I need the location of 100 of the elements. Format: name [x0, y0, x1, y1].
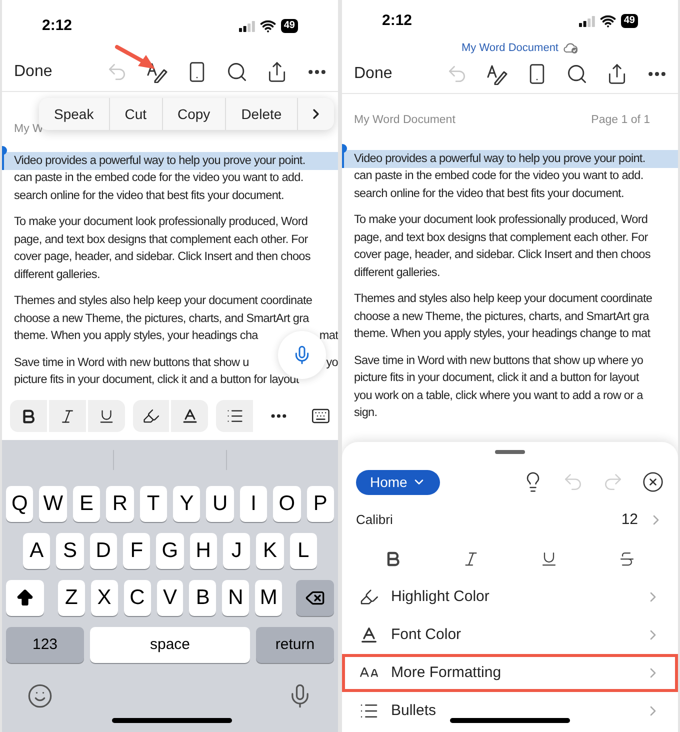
menu-item[interactable]: Cut — [110, 98, 162, 130]
cloud-check-icon — [562, 42, 578, 54]
highlighter-icon — [359, 587, 379, 607]
keyboard-key[interactable]: Q — [6, 486, 34, 522]
bullets-icon — [226, 407, 244, 425]
document-text: search online for the video that best fits your document. — [14, 186, 284, 204]
backspace-key[interactable] — [296, 580, 334, 616]
share-icon[interactable] — [266, 60, 288, 82]
italic-button[interactable] — [48, 400, 86, 432]
keyboard-key[interactable]: E — [72, 486, 100, 522]
document-text: cover page, header, and sidebar. Click Insert and then choos — [354, 246, 650, 264]
search-icon[interactable] — [566, 62, 588, 84]
keyboard-key[interactable]: L — [290, 533, 317, 569]
wifi-icon — [260, 18, 276, 34]
shift-key[interactable] — [6, 580, 44, 616]
underline-icon[interactable] — [540, 550, 558, 568]
bullets-button[interactable] — [216, 400, 254, 432]
document-header: My Word Document — [354, 113, 456, 128]
keyboard-key[interactable]: Y — [173, 486, 200, 522]
strikethrough-icon[interactable] — [618, 550, 636, 568]
menu-item[interactable]: Copy — [162, 98, 226, 130]
emoji-icon[interactable] — [27, 683, 53, 709]
sheet-handle[interactable] — [495, 450, 525, 454]
keyboard-key[interactable]: H — [190, 533, 217, 569]
keyboard-key[interactable]: P — [306, 486, 334, 522]
keyboard-key[interactable]: V — [156, 580, 184, 616]
document-text: can paste in the embed code for the video you want to add. — [14, 169, 304, 186]
status-time: 2:12 — [42, 16, 72, 36]
keyboard-key[interactable]: Z — [58, 580, 85, 616]
font-color-button[interactable] — [171, 400, 208, 432]
ribbon-menu-item[interactable]: Highlight Color — [342, 578, 678, 616]
menu-item-label: More Formatting — [391, 662, 502, 683]
menu-item-label: Bullets — [391, 700, 436, 721]
text-pen-icon[interactable] — [486, 62, 508, 84]
underline-icon — [98, 408, 115, 424]
text-pen-icon[interactable] — [146, 60, 168, 82]
signal-icon — [238, 20, 255, 32]
search-icon[interactable] — [226, 60, 248, 82]
document-text: theme. When you apply styles, your headings cha — [14, 327, 258, 344]
document-text: you work on a table, click where you want to add a row or a — [354, 386, 643, 404]
space-key[interactable]: space — [90, 627, 250, 663]
battery-icon: 49 — [620, 14, 638, 28]
document-text: Themes and styles also help keep your document coordinate — [354, 290, 652, 308]
document-text: To make your document look professionally produced, Word — [354, 211, 648, 228]
document-text: can paste in the embed code for the video you want to add. — [354, 167, 644, 184]
document-text: Video provides a powerful way to help you prove your point. — [14, 152, 306, 169]
tab-menu-button[interactable]: Home — [356, 470, 440, 494]
signal-icon — [578, 16, 595, 26]
keyboard-key[interactable]: T — [140, 486, 168, 522]
document-text: different galleries. — [354, 264, 440, 281]
hide-keyboard-icon[interactable] — [310, 406, 330, 426]
keyboard-key[interactable]: G — [156, 533, 184, 569]
document-text: Save time in Word with new buttons that show up where yo — [354, 352, 644, 369]
document-text: sign. — [354, 404, 378, 422]
underline-button[interactable] — [88, 400, 125, 432]
document-text: Save time in Word with new buttons that show u — [14, 354, 249, 371]
document-text: yo — [326, 354, 338, 371]
return-key[interactable]: return — [256, 627, 334, 663]
font-row[interactable]: Calibri 12 — [342, 500, 678, 540]
share-icon[interactable] — [606, 62, 628, 84]
keyboard-key[interactable]: K — [256, 533, 284, 569]
document-title[interactable]: My Word Document — [462, 40, 558, 56]
highlight-button[interactable] — [132, 400, 170, 432]
ribbon-menu-item[interactable]: Font Color — [342, 616, 678, 654]
menu-item-label: Highlight Color — [391, 586, 490, 607]
bold-button[interactable] — [10, 400, 47, 432]
ribbon-menu-item[interactable]: Bullets — [342, 692, 678, 730]
keyboard-key[interactable]: M — [255, 580, 282, 616]
font-color-icon — [180, 407, 199, 425]
numbers-key[interactable]: 123 — [6, 627, 84, 663]
done-button[interactable]: Done — [14, 60, 106, 84]
battery-icon: 49 — [280, 19, 298, 33]
keyboard-key[interactable]: S — [56, 533, 84, 569]
font-color-icon — [359, 625, 379, 645]
keyboard-key[interactable]: N — [222, 580, 250, 616]
keyboard-key[interactable]: X — [90, 580, 118, 616]
document-text: picture fits in your document, click it and a button for layout — [354, 369, 639, 386]
keyboard-key[interactable]: A — [23, 533, 50, 569]
ribbon-menu-item[interactable]: More Formatting — [342, 654, 678, 692]
keyboard-key[interactable]: W — [39, 486, 67, 522]
keyboard-key[interactable]: J — [222, 533, 250, 569]
keyboard-key[interactable]: D — [90, 533, 117, 569]
keyboard-key[interactable]: I — [240, 486, 268, 522]
keyboard-key[interactable]: O — [273, 486, 301, 522]
document-text: search online for the video that best fits your document. — [354, 184, 624, 202]
document-text: To make your document look professionally produced, Word — [14, 213, 308, 230]
highlighter-icon — [142, 407, 160, 425]
close-icon[interactable] — [642, 471, 664, 493]
document-text: page, and text box designs that complement each other. For — [14, 230, 308, 248]
keyboard-key[interactable]: F — [122, 533, 150, 569]
document-text: Video provides a powerful way to help you prove your point. — [354, 150, 646, 167]
keyboard-key[interactable]: B — [189, 580, 216, 616]
pointer-arrow — [114, 44, 158, 72]
keyboard-key[interactable]: C — [124, 580, 151, 616]
keyboard-key[interactable]: U — [206, 486, 234, 522]
status-time: 2:12 — [382, 10, 412, 31]
menu-item-label: Font Color — [391, 624, 462, 645]
done-button[interactable]: Done — [354, 62, 446, 86]
menu-item[interactable]: Delete — [226, 98, 298, 130]
keyboard-key[interactable]: R — [106, 486, 134, 522]
